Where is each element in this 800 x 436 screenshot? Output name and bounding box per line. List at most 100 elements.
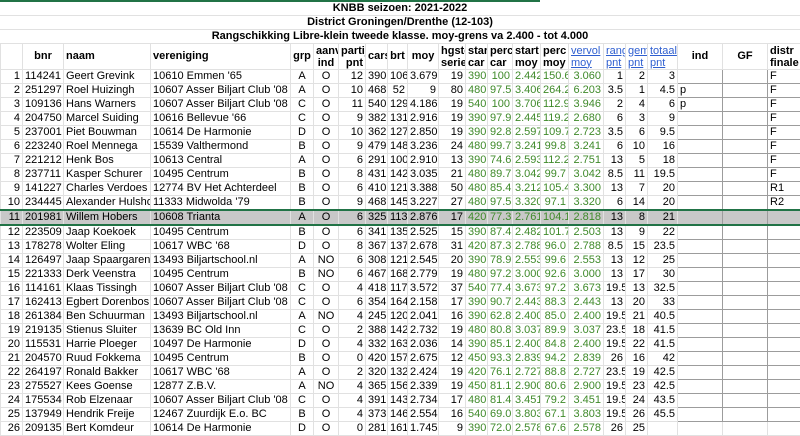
cell-vervol-moy[interactable]: 3.037 [568,323,604,338]
cell-perc-car[interactable]: 97.2 [487,267,513,282]
cell-row-number[interactable]: 20 [0,337,23,352]
cell-bnr[interactable]: 261384 [22,309,64,324]
cell-grp[interactable]: D [290,125,314,140]
cell-row-number[interactable]: 8 [0,167,23,182]
cell-partij-pnt[interactable]: 0 [338,351,366,366]
cell-vervol-moy[interactable]: 6.203 [568,83,604,98]
cell-ind[interactable] [677,111,723,126]
cell-totaal-pnt[interactable]: 4.5 [647,83,678,98]
cell-start-moy[interactable]: 2.578 [512,421,541,436]
cell-gf[interactable] [722,295,768,310]
cell-partij-pnt[interactable]: 4 [338,379,366,394]
table-row[interactable]: 5 237001 Piet Bouwman 10614 De Harmonie D O 10… [0,125,800,140]
table-row[interactable]: 1 114241 Geert Grevink 10610 Emmen '65 A O 12 3… [0,69,800,84]
cell-gf[interactable] [722,337,768,352]
cell-aanv-ind[interactable]: O [313,393,339,408]
cell-rang-pnt[interactable]: 13 [603,209,626,226]
column-header-gem-pnt[interactable]: gem pnt [625,43,648,70]
cell-gem-pnt[interactable]: 6 [625,125,648,140]
table-row[interactable]: 3 109136 Hans Warners 10607 Asser Biljart C… [0,97,800,112]
cell-bnr[interactable]: 178278 [22,239,64,254]
cell-row-number[interactable]: 12 [0,224,23,240]
cell-perc-car[interactable]: 74.6 [487,153,513,168]
cell-vereniging[interactable]: 12467 Zuurdijk E.o. BC [150,407,291,422]
cell-cars[interactable]: 281 [365,421,388,436]
cell-bnr[interactable]: 223509 [22,224,64,240]
cell-bnr[interactable]: 237711 [22,167,64,182]
cell-perc-car[interactable]: 76.1 [487,365,513,380]
cell-hgste-serie[interactable]: 16 [438,407,466,422]
table-row[interactable]: 24 175534 Rob Elzenaar 10607 Asser Biljart … [0,393,800,408]
cell-ind[interactable] [677,139,723,154]
cell-gem-pnt[interactable]: 13 [625,281,648,296]
cell-row-number[interactable]: 1 [0,69,23,84]
cell-totaal-pnt[interactable]: 3 [647,69,678,84]
cell-distr-finale[interactable] [767,365,800,380]
cell-rang-pnt[interactable]: 1 [603,69,626,84]
cell-vereniging[interactable]: 12877 Z.B.V. [150,379,291,394]
cell-gem-pnt[interactable]: 23 [625,379,648,394]
cell-row-number[interactable]: 16 [0,281,23,296]
cell-bnr[interactable]: 221212 [22,153,64,168]
cell-grp[interactable]: C [290,111,314,126]
cell-rang-pnt[interactable]: 13 [603,224,626,240]
cell-partij-pnt[interactable]: 2 [338,323,366,338]
cell-moy[interactable]: 2.036 [407,337,439,352]
cell-start-moy[interactable]: 3.241 [512,139,541,154]
cell-distr-finale[interactable]: F [767,97,800,112]
cell-vervol-moy[interactable]: 3.042 [568,167,604,182]
cell-bnr[interactable]: 237001 [22,125,64,140]
cell-bnr[interactable]: 114241 [22,69,64,84]
cell-start-car[interactable]: 480 [465,83,488,98]
cell-cars[interactable]: 332 [365,337,388,352]
cell-aanv-ind[interactable]: NO [313,379,339,394]
cell-hgste-serie[interactable]: 14 [438,337,466,352]
cell-row-number[interactable]: 24 [0,393,23,408]
column-header-perc-moy[interactable]: perc moy [540,43,569,70]
cell-perc-moy[interactable]: 109.7 [540,125,569,140]
cell-totaal-pnt[interactable]: 20 [647,195,678,211]
cell-totaal-pnt[interactable]: 6 [647,97,678,112]
cell-vereniging[interactable]: 10607 Asser Biljart Club '08 [150,393,291,408]
cell-ind[interactable] [677,281,723,296]
cell-vervol-moy[interactable]: 2.839 [568,351,604,366]
cell-perc-moy[interactable]: 80.6 [540,379,569,394]
cell-aanv-ind[interactable]: O [313,365,339,380]
cell-rang-pnt[interactable]: 3.5 [603,83,626,98]
cell-gf[interactable] [722,125,768,140]
cell-grp[interactable]: A [290,153,314,168]
cell-hgste-serie[interactable]: 17 [438,295,466,310]
cell-cars[interactable]: 291 [365,153,388,168]
cell-perc-car[interactable]: 87.4 [487,224,513,240]
cell-totaal-pnt[interactable]: 41.5 [647,337,678,352]
cell-perc-moy[interactable]: 88.8 [540,365,569,380]
cell-perc-moy[interactable]: 92.6 [540,267,569,282]
cell-aanv-ind[interactable]: O [313,69,339,84]
cell-cars[interactable]: 420 [365,351,388,366]
cell-cars[interactable]: 365 [365,379,388,394]
cell-vereniging[interactable]: 10607 Asser Biljart Club '08 [150,281,291,296]
cell-hgste-serie[interactable]: 24 [438,139,466,154]
cell-vereniging[interactable]: 13639 BC Old Inn [150,323,291,338]
cell-totaal-pnt[interactable]: 45.5 [647,407,678,422]
cell-vereniging[interactable]: 10616 Bellevue '66 [150,111,291,126]
cell-perc-car[interactable]: 69.0 [487,407,513,422]
cell-naam[interactable]: Ben Schuurman [63,309,151,324]
cell-grp[interactable]: B [290,181,314,196]
cell-aanv-ind[interactable]: O [313,351,339,366]
column-header-gf[interactable]: GF [722,43,768,70]
cell-rang-pnt[interactable]: 26 [603,351,626,366]
cell-start-moy[interactable]: 2.400 [512,337,541,352]
cell-rang-pnt[interactable]: 13 [603,295,626,310]
cell-start-moy[interactable]: 2.482 [512,224,541,240]
cell-gf[interactable] [722,309,768,324]
cell-vereniging[interactable]: 12774 BV Het Achterdeel [150,181,291,196]
cell-rang-pnt[interactable]: 23.5 [603,323,626,338]
cell-vervol-moy[interactable]: 2.788 [568,239,604,254]
cell-totaal-pnt[interactable]: 32.5 [647,281,678,296]
cell-perc-car[interactable]: 80.8 [487,323,513,338]
cell-cars[interactable]: 468 [365,83,388,98]
cell-cars[interactable]: 418 [365,281,388,296]
cell-aanv-ind[interactable]: O [313,83,339,98]
cell-distr-finale[interactable] [767,323,800,338]
